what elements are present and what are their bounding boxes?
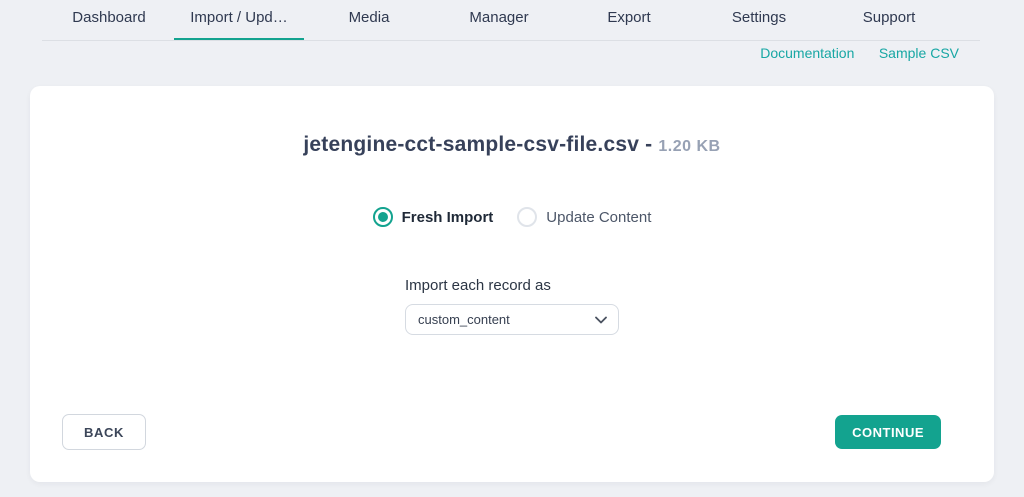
radio-update-content-label: Update Content (546, 209, 651, 226)
sample-csv-link[interactable]: Sample CSV (879, 45, 959, 61)
record-type-select[interactable]: custom_content (405, 304, 619, 335)
helper-links: Documentation Sample CSV (0, 45, 1024, 62)
record-type-label: Import each record as (405, 277, 619, 294)
radio-selected-icon (373, 207, 393, 227)
tab-export[interactable]: Export (564, 0, 694, 41)
tab-list: Dashboard Import / Upd… Media Manager Ex… (44, 0, 954, 41)
tab-manager[interactable]: Manager (434, 0, 564, 41)
back-button[interactable]: BACK (62, 414, 146, 450)
radio-fresh-import-label: Fresh Import (402, 209, 494, 226)
tab-settings[interactable]: Settings (694, 0, 824, 41)
tab-media[interactable]: Media (304, 0, 434, 41)
continue-button[interactable]: CONTINUE (835, 415, 941, 449)
tab-import-update[interactable]: Import / Upd… (174, 0, 304, 41)
file-size: 1.20 KB (658, 138, 720, 155)
record-type-select-wrap: custom_content (405, 304, 619, 335)
radio-update-content[interactable]: Update Content (517, 207, 651, 227)
file-separator: - (645, 133, 652, 156)
top-nav: Dashboard Import / Upd… Media Manager Ex… (0, 0, 1024, 41)
tab-dashboard[interactable]: Dashboard (44, 0, 174, 41)
record-type-block: Import each record as custom_content (405, 277, 619, 335)
import-card: jetengine-cct-sample-csv-file.csv - 1.20… (30, 86, 994, 482)
file-name: jetengine-cct-sample-csv-file.csv (303, 133, 639, 156)
tabbar-divider (42, 40, 980, 41)
import-mode-group: Fresh Import Update Content (30, 207, 994, 227)
radio-unselected-icon (517, 207, 537, 227)
radio-fresh-import[interactable]: Fresh Import (373, 207, 494, 227)
tab-support[interactable]: Support (824, 0, 954, 41)
documentation-link[interactable]: Documentation (760, 45, 854, 61)
file-heading: jetengine-cct-sample-csv-file.csv - 1.20… (30, 86, 994, 157)
